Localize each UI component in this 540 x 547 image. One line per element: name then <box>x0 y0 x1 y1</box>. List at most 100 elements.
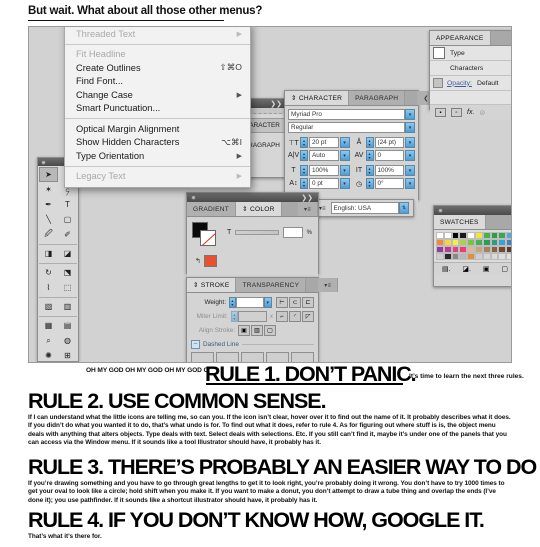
language-value[interactable]: English: USA <box>330 202 399 214</box>
leading-dropdown-icon[interactable]: ▾ <box>405 137 415 148</box>
baseline-shift-value[interactable]: 0 pt <box>309 178 339 189</box>
tracking-stepper[interactable]: ▴ ▾ <box>365 150 374 161</box>
swatch-5[interactable] <box>475 232 483 239</box>
tool-selection[interactable]: ➤ <box>39 167 58 182</box>
stroke-panel-menu-icon[interactable]: ▾≡ <box>318 278 339 292</box>
color-panel-dots[interactable]: ❯❯ <box>301 195 313 202</box>
menu-item-create-outlines[interactable]: Create Outlines ⇧⌘O <box>65 61 250 75</box>
swatch-7[interactable] <box>490 232 499 239</box>
swatch-34[interactable] <box>467 253 475 260</box>
miter-limit-row[interactable]: Miter Limit: ▴ ▾ x ⌐ ◜ ◸ <box>191 311 314 322</box>
duplicate-icon[interactable]: ▫ <box>451 108 462 117</box>
fx-icon[interactable]: fx. <box>467 109 474 116</box>
font-family-row[interactable]: Myriad Pro ▾ <box>288 109 415 120</box>
tool-free-transform[interactable]: ⬚ <box>58 280 77 295</box>
swatch-30[interactable] <box>436 253 444 260</box>
tracking-value[interactable]: 0 <box>374 150 404 161</box>
vertical-scale-value[interactable]: 100% <box>309 165 339 176</box>
swatch-19[interactable] <box>506 239 511 246</box>
tab-paragraph[interactable]: PARAGRAPH <box>349 91 406 105</box>
font-family-dropdown-icon[interactable]: ▾ <box>405 109 415 120</box>
kerning-control[interactable]: A|V ▴ ▾ Auto ▾ <box>288 150 350 161</box>
new-art-icon[interactable]: ▪ <box>435 108 446 117</box>
tint-value[interactable] <box>282 227 303 238</box>
appearance-row-characters[interactable]: Characters <box>430 61 511 76</box>
collapsed-panel-dots[interactable]: ❯❯ <box>270 101 282 108</box>
swatches-panel-grip[interactable] <box>434 206 511 215</box>
tool-shape-builder[interactable]: ▧ <box>39 299 58 314</box>
swatch-28[interactable] <box>498 246 507 253</box>
horizontal-scale-stepper[interactable]: ▴ ▾ <box>365 165 374 176</box>
miter-join-button[interactable]: ⌐ <box>276 311 288 322</box>
tool-pen[interactable]: ✒ <box>39 197 58 212</box>
miter-limit-stepper[interactable]: ▴ ▾ <box>230 311 238 322</box>
tool-rotate[interactable]: ↻ <box>39 265 58 280</box>
rotation-value[interactable]: 0° <box>374 178 404 189</box>
swatch-32[interactable] <box>451 253 460 260</box>
swatch-38[interactable] <box>498 253 507 260</box>
menu-item-smart-punctuation[interactable]: Smart Punctuation... <box>65 102 250 116</box>
swatch-27[interactable] <box>490 246 499 253</box>
swatch-14[interactable] <box>467 239 475 246</box>
swatch-20[interactable] <box>436 246 444 253</box>
vertical-scale-control[interactable]: T ▴ ▾ 100% ▾ <box>288 165 350 176</box>
tool-eyedropper[interactable]: ⌕ <box>39 333 58 348</box>
options-icon[interactable]: ▣ <box>483 265 490 273</box>
kerning-value[interactable]: Auto <box>309 150 339 161</box>
tool-rectangle[interactable]: ▢ <box>58 212 77 227</box>
align-outside-button[interactable]: ▢ <box>264 325 276 336</box>
swatch-23[interactable] <box>459 246 468 253</box>
horizontal-scale-control[interactable]: IT ▴ ▾ 100% ▾ <box>354 165 415 176</box>
swatch-16[interactable] <box>482 239 491 246</box>
tint-slider-row[interactable]: T % <box>227 227 312 238</box>
vertical-scale-dropdown-icon[interactable]: ▾ <box>339 165 350 176</box>
projecting-cap-button[interactable]: ⊏ <box>301 297 314 308</box>
menu-item-optical-margin-alignment[interactable]: Optical Margin Alignment <box>65 122 250 136</box>
baseline-shift-stepper[interactable]: ▴ ▾ <box>300 178 308 189</box>
tool-blob-brush[interactable]: ◨ <box>39 246 58 261</box>
color-stroke-swatch[interactable] <box>200 230 216 246</box>
swatch-13[interactable] <box>459 239 468 246</box>
miter-limit-value[interactable] <box>237 311 267 322</box>
tab-character[interactable]: ⇕ CHARACTER <box>285 91 350 105</box>
swatch-4[interactable] <box>467 232 475 239</box>
color-panel-close-knob[interactable] <box>191 195 196 200</box>
leading-control[interactable]: Å ▴ ▾ (24 pt) ▾ <box>354 137 415 148</box>
tool-column-graph[interactable]: ▥ <box>58 299 77 314</box>
tracking-dropdown-icon[interactable]: ▾ <box>405 150 415 161</box>
tool-mesh[interactable]: ⊞ <box>58 348 77 362</box>
dashed-line-checkbox[interactable]: – <box>191 340 200 349</box>
tab-appearance[interactable]: APPEARANCE <box>430 31 491 45</box>
tool-symbol-sprayer[interactable]: ✺ <box>39 348 58 362</box>
tab-transparency[interactable]: TRANSPARENCY <box>236 278 307 292</box>
tool-gradient[interactable]: ▤ <box>58 318 77 333</box>
menu-item-show-hidden-characters[interactable]: Show Hidden Characters ⌥⌘I <box>65 136 250 150</box>
delete-icon[interactable]: ⊘ <box>479 109 485 117</box>
swatch-24[interactable] <box>467 246 475 253</box>
swatch-9[interactable] <box>506 232 511 239</box>
tool-blend[interactable]: ◍ <box>58 333 77 348</box>
swatch-29[interactable] <box>506 246 511 253</box>
tool-line-segment[interactable]: ╲ <box>39 212 58 227</box>
swatch-31[interactable] <box>443 253 452 260</box>
menu-item-find-font[interactable]: Find Font... <box>65 75 250 89</box>
swatch-22[interactable] <box>451 246 460 253</box>
swatch-37[interactable] <box>490 253 499 260</box>
tool-width[interactable]: ⌇ <box>39 280 58 295</box>
swatch-10[interactable] <box>436 239 444 246</box>
swatch-2[interactable] <box>451 232 460 239</box>
color-fill-stroke[interactable] <box>192 222 218 246</box>
swatches-close-knob[interactable] <box>438 208 443 213</box>
swatch-21[interactable] <box>443 246 452 253</box>
menu-item-change-case[interactable]: Change Case ▶ <box>65 88 250 102</box>
align-inside-button[interactable]: ▥ <box>251 325 263 336</box>
language-dropdown-icon[interactable]: ⇅ <box>399 202 409 214</box>
library-icon[interactable]: ▤. <box>442 265 451 273</box>
tab-stroke[interactable]: ⇕ STROKE <box>187 278 237 292</box>
tool-magic-wand[interactable]: ✶ <box>39 182 58 197</box>
rotation-stepper[interactable]: ▴ ▾ <box>365 178 374 189</box>
font-style-dropdown-icon[interactable]: ▾ <box>405 122 415 133</box>
tool-paintbrush[interactable]: 🖉 <box>39 227 58 242</box>
swatch-15[interactable] <box>475 239 483 246</box>
tab-color[interactable]: ⇕ COLOR <box>236 202 282 216</box>
